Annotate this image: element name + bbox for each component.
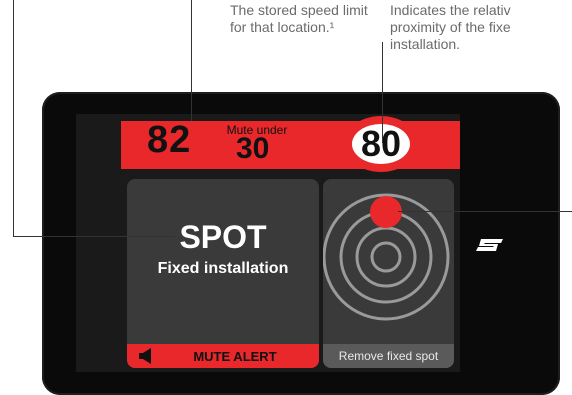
alert-title: SPOT	[179, 219, 267, 255]
remove-fixed-spot-label: Remove fixed spot	[338, 349, 439, 363]
remove-fixed-spot-button[interactable]: Remove fixed spot	[323, 344, 454, 368]
proximity-callout: Indicates the relativ proximity of the f…	[390, 2, 572, 53]
speed-limit-value: 80	[360, 123, 402, 164]
annotation-line-current-speed	[191, 0, 192, 121]
annotation-line-spot-horizontal	[13, 236, 175, 237]
mute-alert-label: MUTE ALERT	[193, 348, 277, 364]
mute-alert-button[interactable]: MUTE ALERT	[127, 344, 319, 368]
annotation-line-speed-limit	[382, 42, 383, 143]
radar-icon	[323, 193, 450, 321]
mute-under-value: 30	[236, 132, 270, 165]
current-speed: 82	[147, 119, 192, 161]
alert-subtitle: Fixed installation	[157, 260, 289, 277]
proximity-callout-line2: proximity of the fixe	[390, 19, 511, 35]
annotation-line-spot-vertical	[13, 0, 14, 236]
annotation-line-proximity	[398, 211, 572, 212]
proximity-callout-line3: installation.	[390, 36, 461, 52]
proximity-dot	[370, 196, 402, 228]
brand-logo-icon	[476, 239, 503, 251]
speed-limit-sign: 80	[344, 116, 418, 172]
proximity-callout-line1: Indicates the relativ	[390, 2, 511, 18]
alert-panel: SPOT Fixed installation MUTE ALERT	[127, 179, 319, 368]
radar-panel: Remove fixed spot	[323, 179, 454, 368]
speed-limit-callout: The stored speed limit for that location…	[230, 2, 368, 35]
